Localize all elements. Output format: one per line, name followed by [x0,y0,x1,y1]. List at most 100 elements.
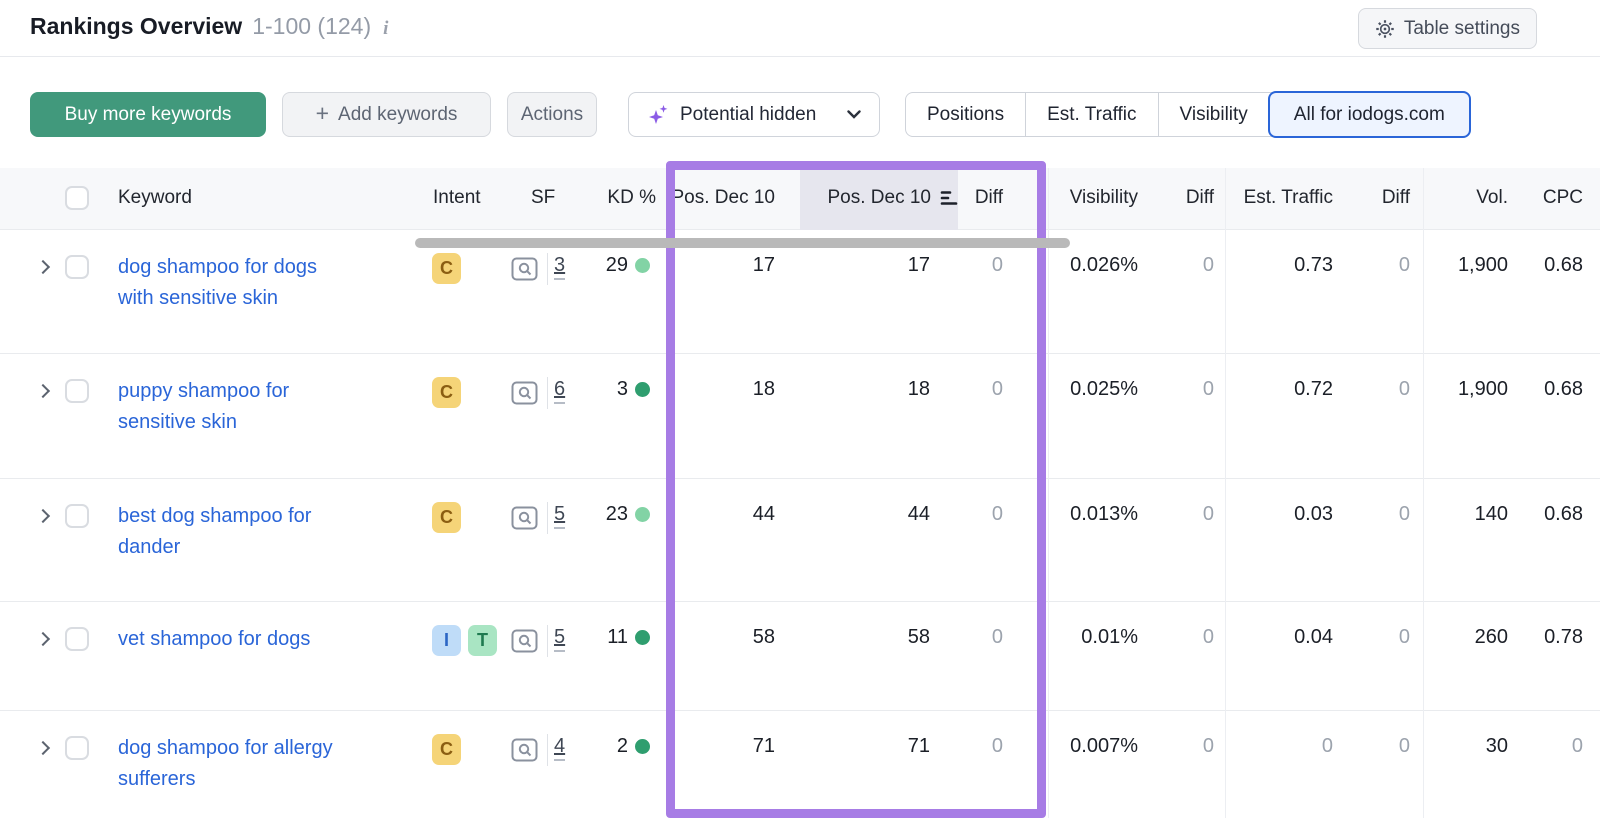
actions-label: Actions [521,104,583,126]
rankings-overview-page: Rankings Overview 1-100 (124) i Table se… [0,0,1600,818]
diff-visibility-value: 0 [1144,378,1214,401]
table-settings-button[interactable]: Table settings [1358,8,1537,49]
visibility-value: 0.025% [1008,378,1138,401]
volume-value: 1,900 [1398,378,1508,401]
cpc-value: 0.68 [1503,254,1583,277]
toolbar: Buy more keywords + Add keywords Actions… [0,92,1600,137]
pos-a-value: 71 [645,735,775,758]
add-keywords-button[interactable]: + Add keywords [282,92,491,137]
visibility-value: 0.013% [1008,503,1138,526]
table-row: best dog shampoo for dander C 5 23 44 44… [0,478,1600,601]
volume-value: 30 [1398,735,1508,758]
pos-b-value: 18 [800,378,930,401]
col-sf[interactable]: SF [531,187,555,209]
expand-chevron-icon[interactable] [36,509,50,523]
kd-cell: 11 [550,626,650,649]
pos-b-value: 17 [800,254,930,277]
kd-value: 29 [606,254,628,277]
select-all-checkbox[interactable] [65,186,89,210]
keyword-link[interactable]: vet shampoo for dogs [118,624,343,655]
potential-filter-dropdown[interactable]: Potential hidden [628,92,880,137]
view-switcher: Positions Est. Traffic Visibility All fo… [905,92,1470,137]
intent-badge-commercial: C [432,253,461,284]
est-traffic-value: 0 [1213,735,1333,758]
buy-more-keywords-label: Buy more keywords [65,104,232,126]
table-settings-label: Table settings [1404,18,1520,40]
col-intent[interactable]: Intent [433,187,481,209]
est-traffic-value: 0.72 [1213,378,1333,401]
pos-a-value: 17 [645,254,775,277]
diff-visibility-value: 0 [1144,626,1214,649]
tab-visibility[interactable]: Visibility [1158,93,1269,136]
col-diff-pos[interactable]: Diff [933,187,1003,209]
intent-badge-commercial: C [432,734,461,765]
intent-badge-commercial: C [432,502,461,533]
col-keyword[interactable]: Keyword [118,187,192,209]
table-row: dog shampoo for dogs with sensitive skin… [0,230,1600,353]
row-checkbox[interactable] [65,255,89,279]
diff-pos-value: 0 [933,735,1003,758]
col-cpc[interactable]: CPC [1503,187,1583,209]
pos-a-value: 18 [645,378,775,401]
pos-b-value: 71 [800,735,930,758]
info-icon[interactable]: i [381,18,388,40]
serp-features-icon [511,629,538,653]
est-traffic-value: 0.73 [1213,254,1333,277]
table-header: Keyword Intent SF KD % Pos. Dec 10 Pos. … [0,168,1600,230]
keyword-link[interactable]: dog shampoo for dogs with sensitive skin [118,252,343,314]
row-checkbox[interactable] [65,627,89,651]
row-checkbox[interactable] [65,504,89,528]
ai-sparkles-icon [647,103,671,127]
add-keywords-label: Add keywords [338,104,457,126]
diff-pos-value: 0 [933,626,1003,649]
col-kd[interactable]: KD % [576,187,656,209]
buy-more-keywords-button[interactable]: Buy more keywords [30,92,266,137]
kd-value: 23 [606,503,628,526]
col-visibility[interactable]: Visibility [1008,187,1138,209]
diff-pos-value: 0 [933,503,1003,526]
tab-positions-label: Positions [927,104,1004,126]
keyword-link[interactable]: best dog shampoo for dander [118,501,343,563]
serp-features-icon [511,257,538,281]
col-est-traffic[interactable]: Est. Traffic [1193,187,1333,209]
col-pos-dec10-a[interactable]: Pos. Dec 10 [645,187,775,209]
tab-positions[interactable]: Positions [906,93,1025,136]
table-body: dog shampoo for dogs with sensitive skin… [0,230,1600,818]
col-volume[interactable]: Vol. [1398,187,1508,209]
diff-visibility-value: 0 [1144,503,1214,526]
pos-b-value: 44 [800,503,930,526]
volume-value: 260 [1398,626,1508,649]
tab-all-for-domain-label: All for iodogs.com [1294,104,1445,126]
diff-pos-value: 0 [933,378,1003,401]
page-header: Rankings Overview 1-100 (124) i Table se… [0,0,1600,57]
sf-divider [547,502,548,534]
result-range: 1-100 (124) [252,13,371,40]
sf-divider [547,377,548,409]
cpc-value: 0.78 [1503,626,1583,649]
keyword-link[interactable]: puppy shampoo for sensitive skin [118,376,343,438]
visibility-value: 0.007% [1008,735,1138,758]
volume-value: 1,900 [1398,254,1508,277]
horizontal-scrollbar[interactable] [415,238,1070,248]
tab-est-traffic[interactable]: Est. Traffic [1025,93,1157,136]
est-traffic-value: 0.04 [1213,626,1333,649]
row-checkbox[interactable] [65,379,89,403]
actions-button[interactable]: Actions [507,92,597,137]
intent-badges: I T [432,625,497,656]
sf-divider [547,734,548,766]
est-traffic-value: 0.03 [1213,503,1333,526]
expand-chevron-icon[interactable] [36,741,50,755]
serp-features-icon [511,381,538,405]
expand-chevron-icon[interactable] [36,260,50,274]
expand-chevron-icon[interactable] [36,632,50,646]
intent-badge-commercial: C [432,377,461,408]
keyword-link[interactable]: dog shampoo for allergy sufferers [118,733,343,795]
sf-divider [547,625,548,657]
diff-pos-value: 0 [933,254,1003,277]
row-checkbox[interactable] [65,736,89,760]
serp-features-icon [511,738,538,762]
pos-b-value: 58 [800,626,930,649]
tab-all-for-domain[interactable]: All for iodogs.com [1268,91,1471,138]
expand-chevron-icon[interactable] [36,384,50,398]
intent-badge-informational: I [432,625,461,656]
